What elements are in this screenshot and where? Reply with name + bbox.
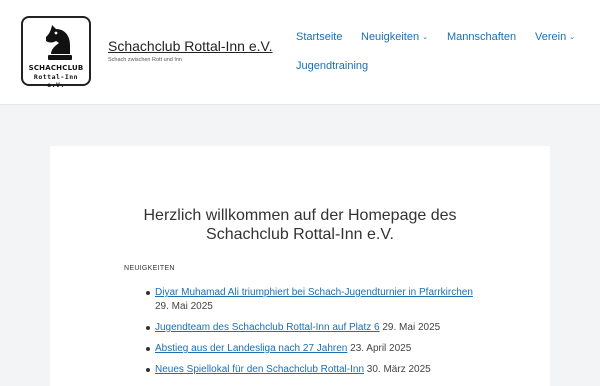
logo-text-line2: Rottal-Inn e.V.: [33, 73, 79, 89]
nav-item-label: Mannschaften: [447, 31, 517, 43]
chess-knight-icon: [46, 25, 72, 60]
news-date: 29. Mai 2025: [155, 301, 213, 312]
nav-item-label: Neuigkeiten: [361, 31, 420, 43]
nav-item-startseite[interactable]: Startseite: [296, 31, 342, 43]
news-link[interactable]: Neues Spiellokal für den Schachclub Rott…: [155, 364, 364, 375]
content-card: Herzlich willkommen auf der Homepage des…: [50, 146, 550, 386]
news-date: 30. März 2025: [366, 364, 431, 375]
news-date: 29. Mai 2025: [382, 322, 441, 333]
page-title: Herzlich willkommen auf der Homepage des…: [50, 206, 550, 244]
page-title-line2: Schachclub Rottal-Inn e.V.: [206, 226, 394, 243]
news-item: Abstieg aus der Landesliga nach 27 Jahre…: [146, 342, 476, 356]
nav-item-label: Verein: [535, 31, 567, 43]
news-item: Diyar Muhamad Ali triumphiert bei Schach…: [146, 286, 476, 314]
site-logo[interactable]: SCHACHCLUB Rottal-Inn e.V.: [21, 16, 91, 89]
news-list: Diyar Muhamad Ali triumphiert bei Schach…: [146, 286, 476, 384]
news-date: 23. April 2025: [350, 343, 412, 354]
nav-item-mannschaften[interactable]: Mannschaften: [447, 31, 516, 43]
nav-item-neuigkeiten[interactable]: Neuigkeiten ⌄: [361, 31, 428, 43]
chevron-down-icon: ⌄: [569, 34, 576, 41]
chevron-down-icon: ⌄: [422, 34, 428, 41]
news-link[interactable]: Abstieg aus der Landesliga nach 27 Jahre…: [155, 343, 347, 354]
page-title-line1: Herzlich willkommen auf der Homepage des: [143, 207, 457, 224]
nav-item-verein[interactable]: Verein ⌄: [535, 31, 575, 43]
logo-text-line1: SCHACHCLUB: [28, 64, 84, 72]
news-link[interactable]: Diyar Muhamad Ali triumphiert bei Schach…: [155, 287, 473, 298]
site-title-link[interactable]: Schachclub Rottal-Inn e.V.: [108, 38, 272, 54]
news-section-label: NEUIGKEITEN: [124, 265, 175, 272]
nav-item-jugendtraining[interactable]: Jugendtraining: [296, 60, 368, 72]
news-link[interactable]: Jugendteam des Schachclub Rottal-Inn auf…: [155, 322, 380, 333]
news-item: Jugendteam des Schachclub Rottal-Inn auf…: [146, 321, 476, 335]
site-tagline: Schach zwischen Rott und Inn: [108, 57, 182, 63]
site-header: SCHACHCLUB Rottal-Inn e.V. Schachclub Ro…: [0, 0, 600, 105]
nav-item-label: Startseite: [296, 31, 343, 43]
nav-item-label: Jugendtraining: [296, 60, 369, 72]
